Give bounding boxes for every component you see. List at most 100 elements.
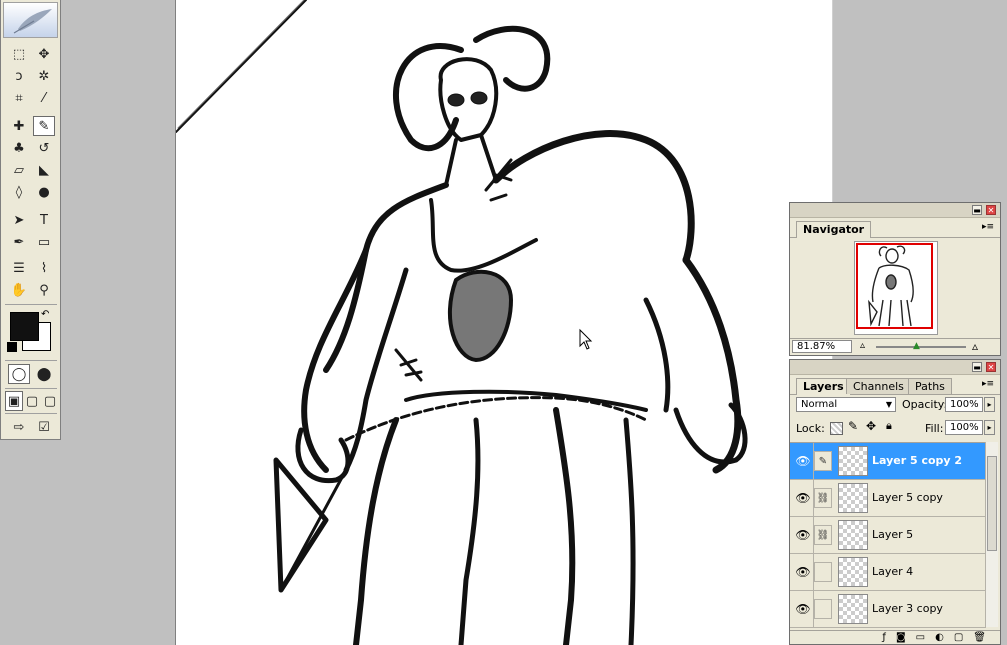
layer-row[interactable]: 👁︎ ✎ Layer 5 copy 2: [790, 443, 986, 480]
layer-name: Layer 4: [872, 565, 914, 578]
blur-icon[interactable]: ◊: [8, 182, 30, 202]
blend-mode-value: Normal: [801, 399, 838, 410]
opacity-label: Opacity:: [902, 398, 948, 411]
default-colors-icon[interactable]: [7, 342, 17, 352]
zoom-out-icon[interactable]: ▵: [860, 340, 865, 351]
layer-row[interactable]: 👁︎ ⛓︎ Layer 5 copy: [790, 480, 986, 517]
adjustment-layer-icon[interactable]: ◐: [935, 631, 944, 644]
edit-in-imageready-icon[interactable]: ☑: [33, 417, 55, 437]
foreground-color-swatch[interactable]: [10, 312, 39, 341]
layer-name: Layer 5 copy 2: [872, 454, 963, 467]
layer-row[interactable]: 👁︎ Layer 4: [790, 554, 986, 591]
slice-icon[interactable]: ⁄: [33, 88, 55, 108]
link-chain-icon[interactable]: ⛓︎: [814, 488, 832, 508]
path-selection-icon[interactable]: ➤: [8, 210, 30, 230]
navigator-title-bar[interactable]: ▬ ✕: [790, 203, 1000, 218]
screen-mode-full-menu-icon[interactable]: ▢: [23, 391, 41, 411]
toolbox-divider: [5, 304, 57, 305]
history-brush-icon[interactable]: ↺: [33, 138, 55, 158]
lasso-icon[interactable]: ↄ: [8, 66, 30, 86]
close-icon[interactable]: ✕: [986, 205, 996, 215]
fill-field[interactable]: 100%: [945, 420, 983, 435]
navigator-preview[interactable]: [854, 241, 938, 335]
paint-bucket-icon[interactable]: ◣: [33, 160, 55, 180]
link-chain-icon[interactable]: ⛓︎: [814, 525, 832, 545]
magic-wand-icon[interactable]: ✲: [33, 66, 55, 86]
lock-image-icon[interactable]: ✎: [848, 419, 858, 433]
standard-mode-icon[interactable]: ◯: [8, 364, 30, 384]
layer-style-icon[interactable]: ƒ: [882, 631, 886, 644]
active-brush-icon[interactable]: ✎: [814, 451, 832, 471]
visibility-eye-icon[interactable]: 👁︎: [793, 554, 814, 590]
visibility-eye-icon[interactable]: 👁︎: [793, 480, 814, 516]
minimize-icon[interactable]: ▬: [972, 205, 982, 215]
layer-thumbnail[interactable]: [838, 594, 868, 624]
layer-thumbnail[interactable]: [838, 483, 868, 513]
layers-title-bar[interactable]: ▬ ✕: [790, 360, 1000, 375]
visibility-eye-icon[interactable]: 👁︎: [793, 517, 814, 553]
lock-all-icon[interactable]: 🔒︎: [886, 419, 892, 433]
move-icon[interactable]: ✥: [33, 44, 55, 64]
document-canvas[interactable]: [175, 0, 833, 645]
pen-icon[interactable]: ✒: [8, 232, 30, 252]
opacity-field[interactable]: 100%: [945, 397, 983, 412]
layers-panel: ▬ ✕ Layers Channels Paths ▸≡ Normal ▼ Op…: [789, 359, 1001, 645]
lock-position-icon[interactable]: ✥: [866, 419, 876, 433]
new-group-icon[interactable]: ▭: [916, 631, 925, 644]
layer-row[interactable]: 👁︎ ⛓︎ Layer 5: [790, 517, 986, 554]
quick-mask-icon[interactable]: ⬤: [33, 364, 55, 384]
trash-icon[interactable]: 🗑︎: [973, 631, 986, 644]
tab-layers[interactable]: Layers: [796, 378, 851, 395]
tab-channels[interactable]: Channels: [846, 378, 911, 394]
layer-mask-icon[interactable]: ◙: [896, 631, 906, 644]
layer-thumbnail[interactable]: [838, 446, 868, 476]
layers-scrollbar[interactable]: [985, 442, 998, 627]
screen-mode-full-icon[interactable]: ▢: [41, 391, 59, 411]
marquee-icon[interactable]: ⬚: [8, 44, 30, 64]
zoom-slider-thumb[interactable]: ▲: [913, 341, 920, 351]
link-empty-icon[interactable]: [814, 599, 832, 619]
layer-thumbnail[interactable]: [838, 557, 868, 587]
clone-stamp-icon[interactable]: ♣: [8, 138, 30, 158]
chevron-down-icon: ▼: [885, 400, 892, 409]
eraser-icon[interactable]: ▱: [8, 160, 30, 180]
layer-row[interactable]: 👁︎ Layer 3 copy: [790, 591, 986, 628]
fill-arrow-icon[interactable]: ▸: [984, 420, 995, 435]
visibility-eye-icon[interactable]: 👁︎: [793, 443, 814, 479]
layer-thumbnail[interactable]: [838, 520, 868, 550]
scrollbar-thumb[interactable]: [987, 456, 997, 551]
jump-to-imageready-icon[interactable]: ⇨: [8, 417, 30, 437]
zoom-slider[interactable]: [876, 346, 966, 348]
zoom-icon[interactable]: ⚲: [33, 280, 55, 300]
dodge-icon[interactable]: ●: [33, 182, 55, 202]
crop-icon[interactable]: ⌗: [8, 88, 30, 108]
screen-mode-standard-icon[interactable]: ▣: [5, 391, 23, 411]
blend-mode-select[interactable]: Normal ▼: [796, 397, 896, 412]
new-layer-icon[interactable]: ▢: [954, 631, 963, 644]
panel-menu-icon[interactable]: ▸≡: [982, 379, 994, 389]
fill-label: Fill:: [925, 422, 944, 435]
navigator-zoom-bar: 81.87% ▵ ▲ ▵: [790, 338, 1000, 355]
healing-brush-icon[interactable]: ✚: [8, 116, 30, 136]
type-icon[interactable]: T: [33, 210, 55, 230]
link-empty-icon[interactable]: [814, 562, 832, 582]
rectangle-shape-icon[interactable]: ▭: [33, 232, 55, 252]
layer-name: Layer 5 copy: [872, 491, 943, 504]
close-icon[interactable]: ✕: [986, 362, 996, 372]
visibility-eye-icon[interactable]: 👁︎: [793, 591, 814, 627]
zoom-field[interactable]: 81.87%: [792, 340, 852, 353]
swap-colors-icon[interactable]: ↶: [41, 309, 49, 320]
tab-paths[interactable]: Paths: [908, 378, 952, 394]
brush-icon[interactable]: ✎: [33, 116, 55, 136]
tab-navigator[interactable]: Navigator: [796, 221, 872, 238]
zoom-in-icon[interactable]: ▵: [972, 339, 978, 353]
view-box[interactable]: [856, 243, 933, 329]
notes-icon[interactable]: ☰: [8, 258, 30, 278]
eyedropper-icon[interactable]: ⌇: [33, 258, 55, 278]
lock-transparent-icon[interactable]: [830, 422, 843, 435]
hand-icon[interactable]: ✋: [8, 280, 30, 300]
opacity-arrow-icon[interactable]: ▸: [984, 397, 995, 412]
minimize-icon[interactable]: ▬: [972, 362, 982, 372]
feather-logo-icon[interactable]: [3, 2, 58, 38]
panel-menu-icon[interactable]: ▸≡: [982, 222, 994, 232]
